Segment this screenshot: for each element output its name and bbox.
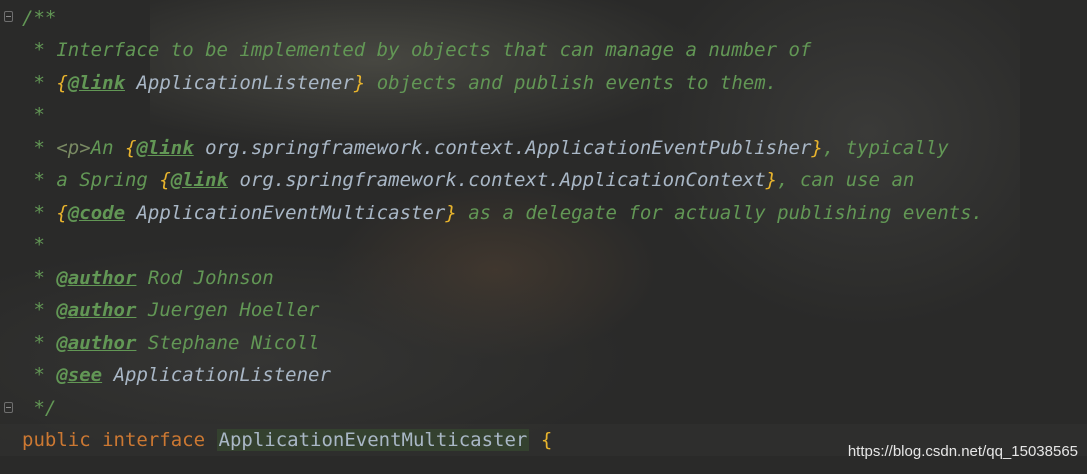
code-line-author-1: * @author Rod Johnson: [33, 267, 274, 289]
code-line-close: */: [33, 397, 57, 419]
javadoc-link-ref: ApplicationListener: [136, 72, 354, 94]
code-line-3: * {@link ApplicationListener} objects an…: [33, 72, 778, 94]
code-line-5: * <p>An {@link org.springframework.conte…: [33, 137, 949, 159]
code-line-2: * Interface to be implemented by objects…: [33, 39, 812, 61]
javadoc-code-tag: @code: [67, 202, 126, 224]
keyword-interface: interface: [102, 429, 206, 451]
javadoc-author-tag: @author: [56, 267, 137, 289]
code-line-author-2: * @author Juergen Hoeller: [33, 299, 320, 321]
keyword-public: public: [22, 429, 91, 451]
javadoc-see-tag: @see: [56, 364, 103, 386]
code-line-4: *: [33, 104, 45, 126]
code-line-1: /**: [22, 7, 57, 29]
code-editor[interactable]: /** * Interface to be implemented by obj…: [0, 0, 1087, 474]
code-line-see: * @see ApplicationListener: [33, 364, 331, 386]
javadoc-author-tag: @author: [56, 332, 137, 354]
code-line-7: * {@code ApplicationEventMulticaster} as…: [33, 202, 983, 224]
javadoc-link-ref: org.springframework.context.ApplicationC…: [239, 169, 766, 191]
javadoc-code-ref: ApplicationEventMulticaster: [136, 202, 446, 224]
watermark-url: https://blog.csdn.net/qq_15038565: [847, 443, 1078, 460]
javadoc-link-tag: @link: [67, 72, 126, 94]
javadoc-link-ref: org.springframework.context.ApplicationE…: [205, 137, 812, 159]
javadoc-link-tag: @link: [136, 137, 194, 159]
javadoc-link-tag: @link: [170, 169, 228, 191]
code-line-6: * a Spring {@link org.springframework.co…: [33, 169, 915, 191]
javadoc-author-tag: @author: [56, 299, 137, 321]
code-line-author-3: * @author Stephane Nicoll: [33, 332, 320, 354]
code-line-8: *: [33, 234, 45, 256]
javadoc-see-ref: ApplicationListener: [113, 364, 331, 386]
interface-name[interactable]: ApplicationEventMulticaster: [216, 429, 530, 451]
code-line-declaration: public interface ApplicationEventMultica…: [22, 429, 553, 451]
